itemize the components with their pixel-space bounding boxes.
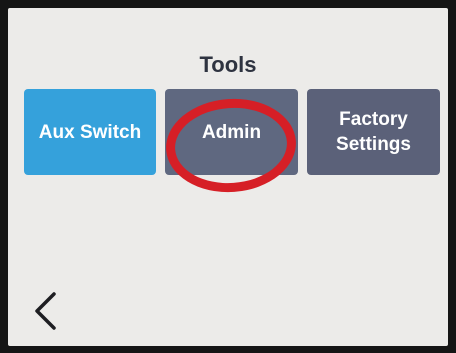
device-screen: Tools Aux Switch Admin Factory Settings xyxy=(8,8,448,346)
factory-settings-button[interactable]: Factory Settings xyxy=(307,89,440,175)
page-title: Tools xyxy=(199,52,257,77)
aux-switch-label: Aux Switch xyxy=(38,121,142,143)
factory-settings-label: Factory Settings xyxy=(336,109,411,155)
back-button[interactable] xyxy=(30,290,62,332)
aux-switch-button[interactable]: Aux Switch xyxy=(24,89,156,175)
chevron-left-icon xyxy=(35,292,56,330)
